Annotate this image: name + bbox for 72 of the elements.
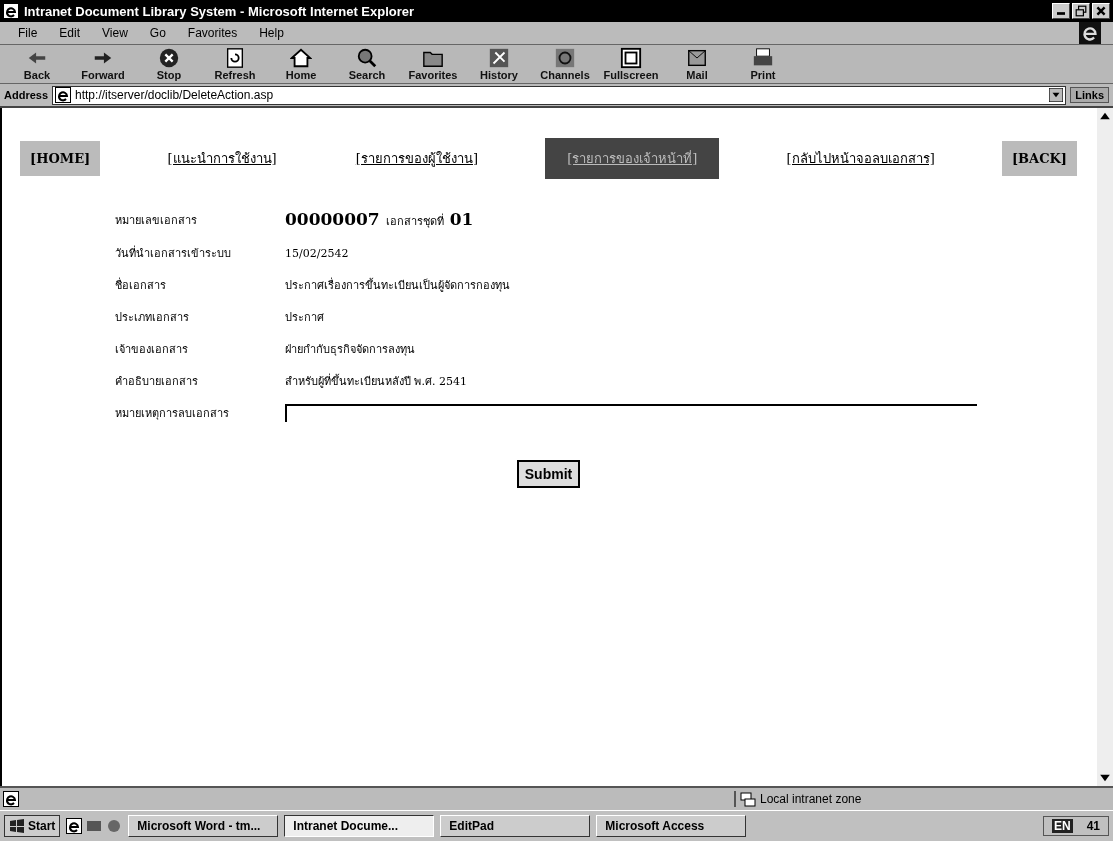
nav-link[interactable]: [กลับไปหน้าจอลบเอกสาร]: [774, 138, 947, 179]
links-button[interactable]: Links: [1070, 87, 1109, 103]
nav-link[interactable]: [รายการของเจ้าหน้าที่]: [545, 138, 720, 179]
menu-item[interactable]: Edit: [49, 26, 91, 40]
network-icon: [740, 791, 756, 807]
toolbar-button[interactable]: Mail: [668, 47, 726, 81]
refresh-icon: [224, 47, 246, 69]
set-label: เอกสารชุดที่: [385, 212, 444, 230]
field-value: ประกาศเรื่องการขึ้นทะเบียนเป็นผู้จัดการกองทุน: [285, 276, 511, 294]
dropdown-icon: [1049, 88, 1064, 102]
toolbar-button[interactable]: Favorites: [404, 47, 462, 81]
taskbar-button[interactable]: Intranet Docume...: [284, 815, 435, 837]
minimize-button[interactable]: [1052, 3, 1070, 19]
browser-icon: [66, 818, 83, 834]
close-icon: [1094, 5, 1108, 17]
windows-logo-icon: [9, 818, 25, 834]
field-label: หมายเลขเอกสาร: [115, 212, 198, 229]
nav-link[interactable]: [รายการของผู้ใช้งาน]: [343, 138, 490, 179]
scrollbar[interactable]: [1097, 108, 1113, 786]
stop-icon: [158, 47, 180, 69]
toolbar-button[interactable]: Print: [734, 47, 792, 81]
toolbar-button[interactable]: Home: [272, 47, 330, 81]
search-icon: [356, 47, 378, 69]
toolbar-button[interactable]: Refresh: [206, 47, 264, 81]
taskbar-button[interactable]: Microsoft Access: [596, 815, 747, 837]
field-value: สำหรับผู้ที่ขึ้นทะเบียนหลังปี พ.ศ. 2541: [285, 372, 468, 390]
field-value: ฝ่ายกำกับธุรกิจจัดการลงทุน: [285, 342, 416, 358]
restore-icon: [1074, 5, 1088, 17]
nav-link[interactable]: [BACK]: [1001, 141, 1077, 176]
menu-item[interactable]: Favorites: [177, 26, 248, 40]
toolbar-button[interactable]: Stop: [140, 47, 198, 81]
start-button[interactable]: Start: [4, 815, 61, 837]
nav-link[interactable]: [แนะนำการใช้งาน]: [155, 138, 289, 179]
toolbar-button[interactable]: Forward: [74, 47, 132, 81]
address-field[interactable]: http://itserver/doclib/DeleteAction.asp: [52, 85, 1067, 105]
mail-icon: [686, 47, 708, 69]
menu-item[interactable]: View: [92, 26, 138, 40]
toolbar-button[interactable]: Channels: [536, 47, 594, 81]
address-label: Address: [4, 89, 49, 101]
field-value: ประกาศ: [285, 310, 325, 326]
page-icon: [55, 87, 72, 103]
field-label: ชื่อเอกสาร: [115, 276, 167, 294]
window-title: Intranet Document Library System - Microsoft Internet Explorer: [24, 3, 416, 19]
field-label: วันที่นำเอกสารเข้าระบบ: [115, 244, 232, 262]
menu-item[interactable]: Go: [139, 26, 176, 40]
language-indicator[interactable]: EN: [1051, 819, 1073, 833]
toolbar-button[interactable]: Search: [338, 47, 396, 81]
home-icon: [290, 47, 312, 69]
clock: 41: [1086, 819, 1100, 833]
zone-text: Local intranet zone: [760, 792, 862, 806]
field-label: คำอธิบายเอกสาร: [115, 374, 199, 390]
fullscreen-icon: [620, 47, 642, 69]
minimize-icon: [1057, 12, 1065, 15]
menu-item[interactable]: Help: [249, 26, 294, 40]
taskbar-button[interactable]: EditPad: [440, 815, 591, 837]
field-label: หมายเหตุการลบเอกสาร: [115, 406, 230, 422]
toolbar-button[interactable]: Back: [8, 47, 66, 81]
menu-item[interactable]: File: [8, 26, 48, 40]
field-label: เจ้าของเอกสาร: [115, 342, 189, 358]
taskbar-button[interactable]: Microsoft Word - tm...: [128, 815, 279, 837]
set-number: 01: [449, 209, 474, 229]
field-value: 15/02/2542: [285, 246, 350, 260]
toolbar-button[interactable]: Fullscreen: [602, 47, 660, 81]
submit-button[interactable]: Submit: [516, 460, 581, 488]
restore-button[interactable]: [1072, 3, 1090, 19]
toolbar-button[interactable]: History: [470, 47, 528, 81]
close-button[interactable]: [1092, 3, 1110, 19]
document-number: 00000007: [285, 209, 380, 229]
browser-icon: [3, 3, 19, 19]
page-icon: [3, 791, 19, 807]
field-label: ประเภทเอกสาร: [115, 310, 190, 326]
nav-link[interactable]: [HOME]: [20, 141, 101, 176]
